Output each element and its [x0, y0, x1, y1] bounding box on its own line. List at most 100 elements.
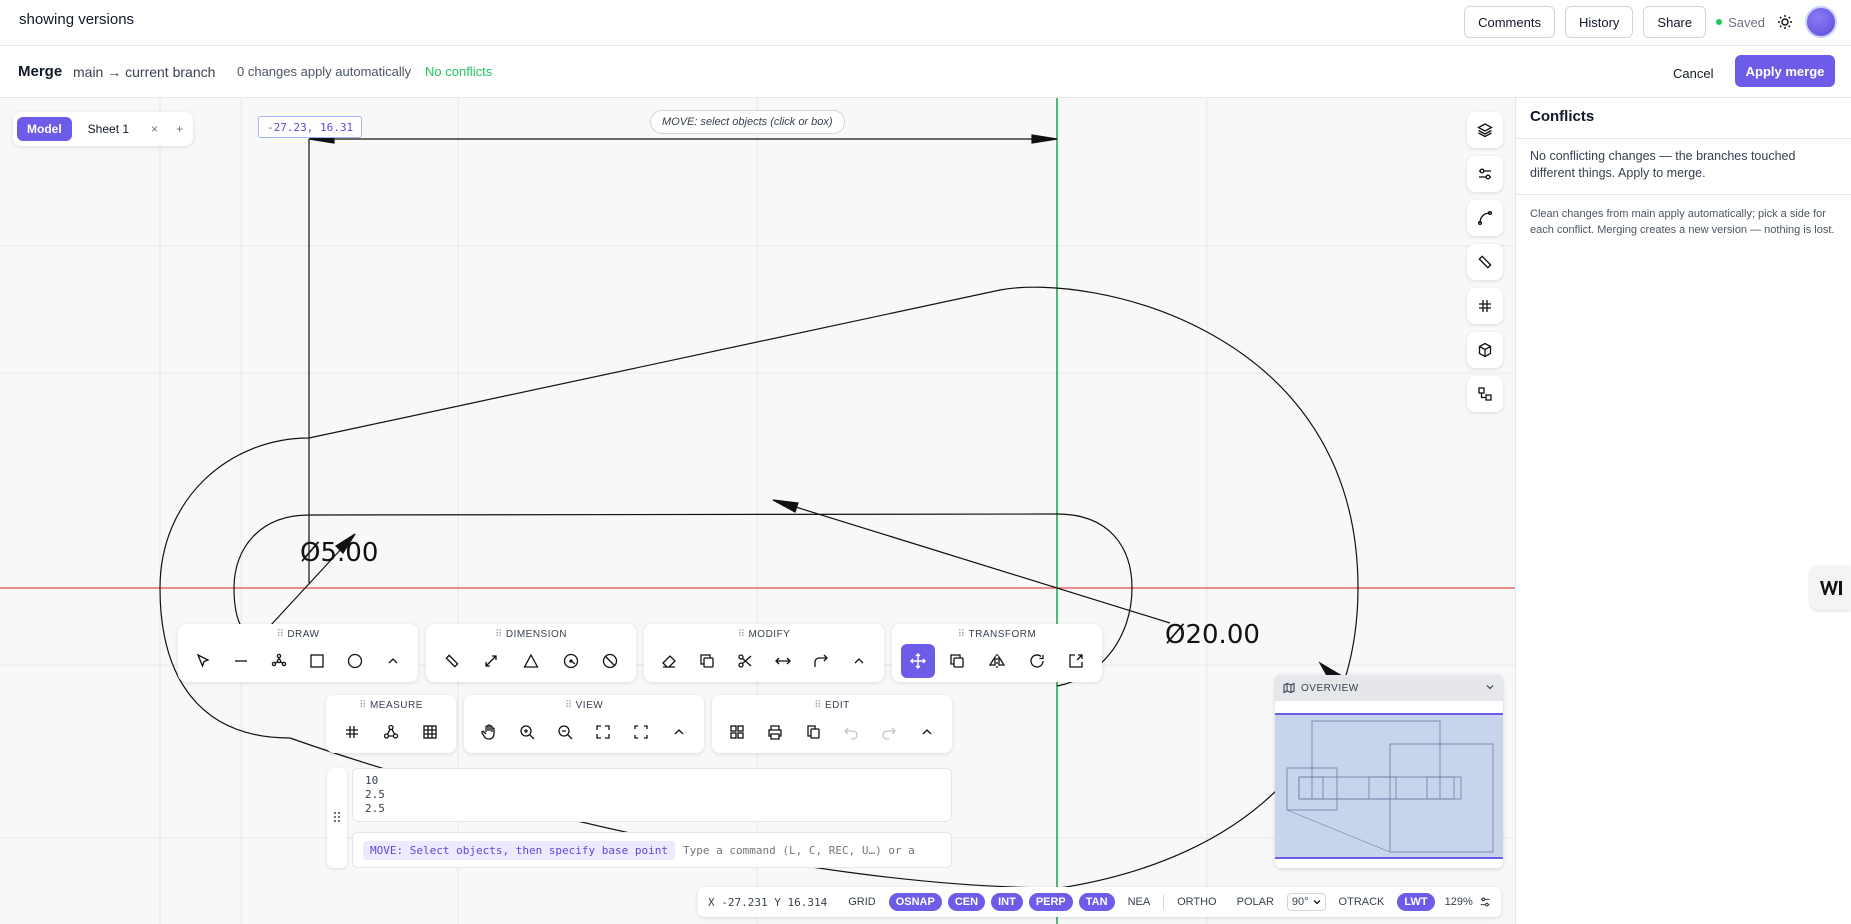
- status-settings-sliders-icon[interactable]: [1479, 895, 1491, 909]
- angular-dimension-icon[interactable]: [514, 644, 548, 678]
- toolbar-dimension-label: DIMENSION: [505, 629, 567, 640]
- redo-icon[interactable]: [872, 715, 906, 749]
- command-drag-handle-icon[interactable]: ⠿: [327, 768, 347, 868]
- zoom-level: 129%: [1444, 896, 1473, 908]
- grid-view-icon[interactable]: [720, 715, 754, 749]
- zoom-out-icon[interactable]: [548, 715, 582, 749]
- copy-icon[interactable]: [690, 644, 724, 678]
- duplicate-icon[interactable]: [940, 644, 974, 678]
- toggle-otrack[interactable]: OTRACK: [1332, 893, 1392, 911]
- toolbar-measure: ⠿ MEASURE: [326, 695, 456, 753]
- add-sheet-icon[interactable]: +: [170, 122, 189, 136]
- overview-panel: OVERVIEW: [1275, 675, 1503, 868]
- status-bar: X -27.231 Y 16.314 GRID OSNAP CEN INT PE…: [698, 887, 1501, 917]
- toggle-tan[interactable]: TAN: [1078, 893, 1115, 911]
- diameter-dimension-icon[interactable]: [593, 644, 627, 678]
- tab-sheet-1[interactable]: Sheet 1: [78, 117, 139, 141]
- toggle-grid[interactable]: GRID: [841, 893, 883, 911]
- blocks-icon[interactable]: [1467, 376, 1503, 412]
- sliders-icon[interactable]: [1467, 156, 1503, 192]
- apply-merge-button[interactable]: Apply merge: [1735, 55, 1835, 87]
- rotate-icon[interactable]: [1020, 644, 1054, 678]
- trim-scissors-icon[interactable]: [728, 644, 762, 678]
- ruler-icon[interactable]: [1467, 244, 1503, 280]
- toolbar-dimension: ⠿ DIMENSION: [426, 624, 636, 682]
- fullscreen-icon[interactable]: [624, 715, 658, 749]
- command-input[interactable]: [683, 843, 941, 857]
- measure-table-icon[interactable]: [413, 715, 447, 749]
- zoom-in-icon[interactable]: [510, 715, 544, 749]
- comments-button[interactable]: Comments: [1464, 6, 1555, 38]
- cancel-button[interactable]: Cancel: [1665, 60, 1721, 86]
- top-actions: Comments History Share Saved: [1464, 6, 1837, 38]
- toggle-nea[interactable]: NEA: [1121, 893, 1158, 911]
- linear-dimension-icon[interactable]: [435, 644, 469, 678]
- circle-tool-icon[interactable]: [338, 644, 372, 678]
- redo-arc-arrow-icon[interactable]: [804, 644, 838, 678]
- eraser-icon[interactable]: [652, 644, 686, 678]
- command-history: 10 2.5 2.5: [352, 768, 952, 822]
- side-widget-logo-icon[interactable]: [1810, 566, 1851, 610]
- toolbar-view: ⠿ VIEW: [464, 695, 704, 753]
- close-sheet-icon[interactable]: ×: [145, 122, 164, 136]
- dim-arrow-right: [1031, 134, 1058, 144]
- toolbar-edit: ⠿ EDIT: [712, 695, 952, 753]
- select-arrow-icon[interactable]: [186, 644, 220, 678]
- dimension-label-small[interactable]: Ø5.00: [300, 538, 378, 568]
- toggle-cen[interactable]: CEN: [947, 893, 986, 911]
- measure-area-icon[interactable]: [374, 715, 408, 749]
- toggle-int[interactable]: INT: [991, 893, 1023, 911]
- polyline-tool-icon[interactable]: [262, 644, 296, 678]
- pan-hand-icon[interactable]: [472, 715, 506, 749]
- expand-modify-chevron-up-icon[interactable]: [842, 644, 876, 678]
- expand-draw-chevron-up-icon[interactable]: [376, 644, 410, 678]
- toolbar-transform-label: TRANSFORM: [968, 629, 1037, 640]
- dimension-label-large[interactable]: Ø20.00: [1165, 620, 1260, 650]
- toolbar-modify-label: MODIFY: [748, 629, 791, 640]
- user-avatar[interactable]: [1805, 6, 1837, 38]
- radius-dimension-icon[interactable]: [554, 644, 588, 678]
- share-button[interactable]: Share: [1643, 6, 1707, 38]
- save-status: Saved: [1716, 15, 1765, 30]
- aligned-dimension-icon[interactable]: [474, 644, 508, 678]
- curve-icon[interactable]: [1467, 200, 1503, 236]
- print-icon[interactable]: [758, 715, 792, 749]
- zoom-extents-icon[interactable]: [586, 715, 620, 749]
- overview-header[interactable]: OVERVIEW: [1275, 675, 1503, 701]
- map-icon: [1283, 682, 1295, 694]
- line-tool-icon[interactable]: [224, 644, 258, 678]
- toggle-osnap[interactable]: OSNAP: [888, 893, 942, 911]
- panel-divider: [1516, 138, 1851, 139]
- cube-icon[interactable]: [1467, 332, 1503, 368]
- toolbar-view-label: VIEW: [575, 700, 604, 711]
- move-tool-icon[interactable]: [900, 644, 935, 678]
- leader-large: [772, 499, 1171, 624]
- drawing-canvas[interactable]: Model Sheet 1 × + -27.23, 16.31 MOVE: se…: [0, 98, 1515, 924]
- theme-toggle-sun-icon[interactable]: [1775, 12, 1795, 32]
- expand-edit-chevron-up-icon[interactable]: [910, 715, 944, 749]
- stretch-arrows-icon[interactable]: [766, 644, 800, 678]
- status-coordinates: X -27.231 Y 16.314: [708, 895, 828, 909]
- expand-view-chevron-up-icon[interactable]: [662, 715, 696, 749]
- paste-icon[interactable]: [796, 715, 830, 749]
- toggle-perp[interactable]: PERP: [1028, 893, 1073, 911]
- polar-angle-select[interactable]: 90°: [1286, 893, 1326, 911]
- collapse-chevron-down-icon[interactable]: [1485, 682, 1495, 695]
- command-prompt: MOVE: Select objects, then specify base …: [363, 840, 676, 860]
- toggle-polar[interactable]: POLAR: [1230, 893, 1281, 911]
- polar-angle-value: 90°: [1291, 896, 1309, 908]
- mirror-icon[interactable]: [980, 644, 1014, 678]
- merge-branch: main → current branch: [73, 64, 216, 80]
- measure-hash-icon[interactable]: [335, 715, 369, 749]
- grid-hash-icon[interactable]: [1467, 288, 1503, 324]
- overview-minimap[interactable]: [1275, 713, 1503, 859]
- history-button[interactable]: History: [1564, 6, 1634, 38]
- toggle-ortho[interactable]: ORTHO: [1170, 893, 1224, 911]
- rectangle-tool-icon[interactable]: [300, 644, 334, 678]
- layers-icon[interactable]: [1467, 112, 1503, 148]
- scale-export-icon[interactable]: [1059, 644, 1093, 678]
- tab-model[interactable]: Model: [17, 117, 72, 141]
- undo-icon[interactable]: [834, 715, 868, 749]
- toolbar-measure-label: MEASURE: [369, 700, 423, 711]
- toggle-lwt[interactable]: LWT: [1397, 893, 1435, 911]
